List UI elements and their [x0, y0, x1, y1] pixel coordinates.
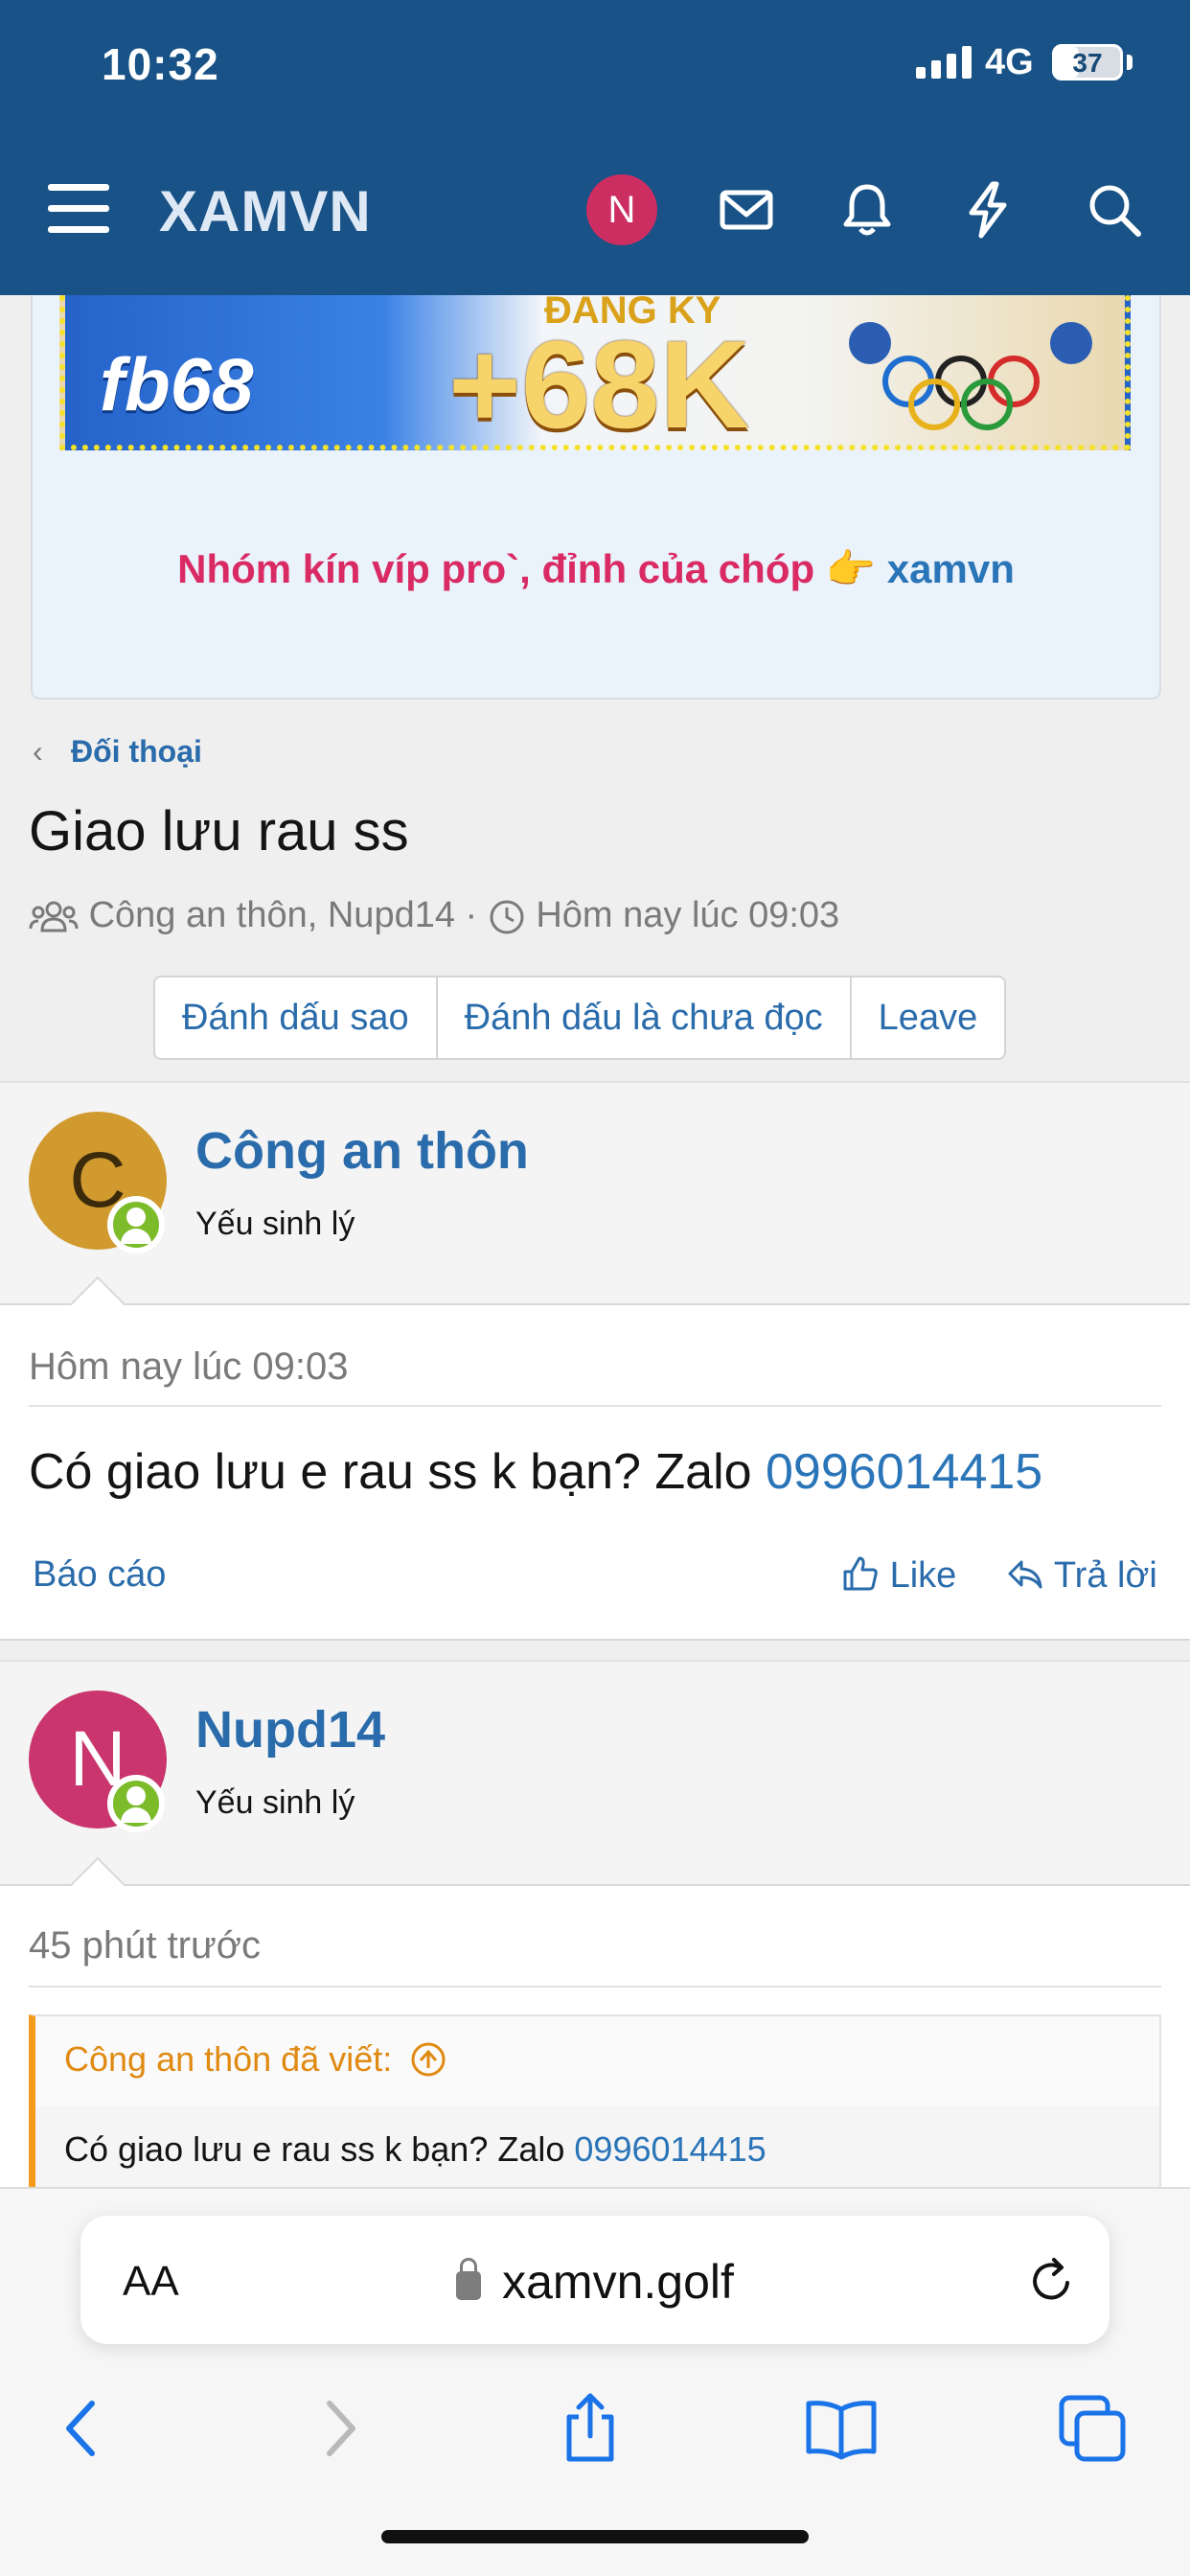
search-icon[interactable]	[1083, 178, 1146, 242]
quote-author-label: Công an thôn đã viết:	[64, 2039, 393, 2079]
message-author-block: C Công an thôn Yếu sinh lý	[0, 1081, 1190, 1303]
like-label: Like	[889, 1555, 957, 1596]
ad-tagline[interactable]: Nhóm kín víp pro`, đỉnh của chóp 👉 xamvn	[33, 546, 1159, 593]
battery-level: 37	[1072, 48, 1103, 78]
battery-icon: 37	[1052, 44, 1123, 80]
ad-banner[interactable]: fb68 ĐĂNG KÝ +68K	[59, 295, 1131, 450]
mark-unread-button[interactable]: Đánh dấu là chưa đọc	[438, 978, 852, 1058]
lightning-icon[interactable]	[956, 178, 1019, 242]
app-header: 10:32 4G 37 XAMVN N	[0, 0, 1190, 295]
message-text-content: Có giao lưu e rau ss k bạn? Zalo	[29, 1444, 752, 1500]
breadcrumb[interactable]: ‹ Đối thoại	[33, 734, 202, 770]
quote-author[interactable]: Công an thôn đã viết:	[64, 2039, 447, 2080]
arrow-up-circle-icon[interactable]	[409, 2040, 447, 2079]
reply-button[interactable]: Trả lời	[1006, 1554, 1157, 1597]
pointing-hand-icon: 👉	[825, 546, 877, 591]
ad-tagline-text: Nhóm kín víp pro`, đỉnh của chóp	[177, 546, 815, 591]
share-icon[interactable]	[552, 2390, 629, 2467]
forward-icon[interactable]	[301, 2390, 378, 2467]
conversation-meta: Công an thôn, Nupd14 · Hôm nay lúc 09:03	[29, 895, 839, 936]
tabs-icon[interactable]	[1054, 2390, 1131, 2467]
ad-big-text: +68K	[448, 314, 750, 450]
phone-link[interactable]: 0996014415	[766, 1444, 1042, 1500]
divider	[29, 1986, 1161, 1988]
quote-text: Có giao lưu e rau ss k bạn? Zalo 0996014…	[64, 2129, 767, 2170]
bell-icon[interactable]	[835, 178, 899, 242]
users-icon	[29, 901, 79, 932]
message-author-block: N Nupd14 Yếu sinh lý	[0, 1660, 1190, 1884]
quote-phone-link[interactable]: 0996014415	[574, 2129, 766, 2169]
reload-icon[interactable]	[1025, 2254, 1079, 2308]
bookmarks-icon[interactable]	[803, 2390, 880, 2467]
status-time: 10:32	[102, 39, 219, 89]
user-title: Yếu sinh lý	[195, 1206, 355, 1242]
chevron-left-icon: ‹	[33, 734, 43, 769]
quote-header: Công an thôn đã viết:	[35, 2016, 1159, 2106]
conversation-actions: Đánh dấu sao Đánh dấu là chưa đọc Leave	[153, 976, 1007, 1060]
star-button[interactable]: Đánh dấu sao	[155, 978, 438, 1058]
message-time[interactable]: 45 phút trước	[29, 1924, 261, 1967]
divider	[29, 1405, 1161, 1407]
online-status-icon	[107, 1196, 165, 1254]
quote-text-content: Có giao lưu e rau ss k bạn? Zalo	[64, 2129, 565, 2169]
site-logo[interactable]: XAMVN	[159, 178, 372, 244]
network-type: 4G	[985, 42, 1034, 82]
meta-separator: ·	[465, 895, 478, 935]
url-field[interactable]: xamvn.golf	[80, 2254, 1110, 2310]
ad-tagline-link[interactable]: xamvn	[887, 546, 1015, 591]
ad-card: fb68 ĐĂNG KÝ +68K Nhóm kín víp pro`, đỉn…	[31, 295, 1161, 700]
lock-icon	[456, 2258, 482, 2300]
battery-tip	[1127, 55, 1133, 70]
message-text: Có giao lưu e rau ss k bạn? Zalo 0996014…	[29, 1443, 1042, 1501]
like-button[interactable]: Like	[841, 1554, 956, 1597]
participants: Công an thôn, Nupd14	[88, 895, 455, 935]
olympic-rings-graphic	[849, 322, 1092, 430]
reply-label: Trả lời	[1053, 1555, 1157, 1596]
message-username[interactable]: Nupd14	[195, 1700, 385, 1760]
message-username[interactable]: Công an thôn	[195, 1121, 529, 1181]
user-title: Yếu sinh lý	[195, 1784, 355, 1821]
back-icon[interactable]	[44, 2390, 121, 2467]
message-time[interactable]: Hôm nay lúc 09:03	[29, 1346, 349, 1389]
breadcrumb-label[interactable]: Đối thoại	[71, 734, 202, 769]
clock-icon	[490, 900, 524, 934]
menu-icon[interactable]	[48, 184, 109, 234]
quote-block: Công an thôn đã viết: Có giao lưu e rau …	[29, 2014, 1161, 2187]
signal-icon	[916, 46, 972, 79]
message-separator	[0, 1639, 1190, 1660]
leave-button[interactable]: Leave	[852, 978, 1005, 1058]
report-button[interactable]: Báo cáo	[33, 1554, 166, 1596]
thumbs-up-icon	[843, 1556, 878, 1591]
conversation-time: Hôm nay lúc 09:03	[536, 895, 840, 935]
reply-icon	[1008, 1560, 1042, 1589]
home-indicator	[381, 2530, 809, 2543]
url-text: xamvn.golf	[502, 2255, 734, 2309]
ad-logo-text: fb68	[100, 342, 254, 426]
online-status-icon	[107, 1775, 165, 1832]
user-avatar[interactable]: N	[586, 174, 657, 245]
page-title: Giao lưu rau ss	[29, 800, 409, 862]
browser-toolbar: AA xamvn.golf	[0, 2187, 1190, 2576]
message-body: Hôm nay lúc 09:03 Có giao lưu e rau ss k…	[0, 1276, 1190, 1639]
address-bar[interactable]: AA xamvn.golf	[80, 2216, 1110, 2344]
inbox-icon[interactable]	[715, 178, 778, 242]
